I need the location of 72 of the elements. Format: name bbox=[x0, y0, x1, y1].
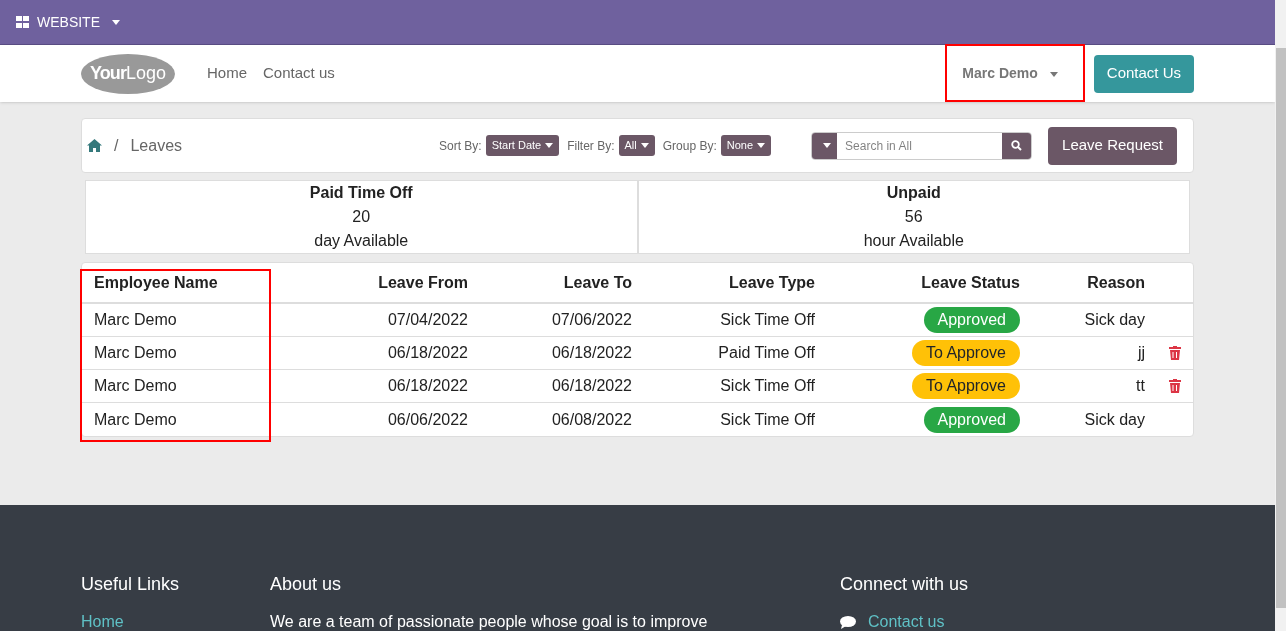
status-badge: To Approve bbox=[911, 373, 1020, 399]
caret-icon bbox=[640, 143, 649, 148]
table-cell-text: jj bbox=[1136, 343, 1145, 363]
leave-amount: 56 bbox=[904, 207, 923, 227]
search-button[interactable] bbox=[1002, 132, 1032, 159]
column-header: Leave To bbox=[562, 272, 632, 293]
trash-icon[interactable] bbox=[1169, 346, 1181, 360]
table-cell-text: tt bbox=[1135, 376, 1145, 396]
column-header: Leave From bbox=[377, 272, 468, 293]
table-cell-text: Sick Time Off bbox=[719, 310, 815, 330]
website-menu[interactable]: WEBSITE bbox=[16, 11, 120, 33]
search-input[interactable]: Search in All bbox=[837, 132, 1003, 159]
footer-heading: Useful Links bbox=[81, 573, 181, 596]
nav-link[interactable]: Contact us bbox=[263, 62, 335, 85]
table-cell-text: Marc Demo bbox=[94, 409, 178, 430]
filter-dropdown[interactable]: All bbox=[618, 135, 655, 156]
table-cell-text: Sick day bbox=[1083, 409, 1145, 430]
leave-request-button[interactable]: Leave Request bbox=[1048, 126, 1177, 165]
leave-unit: hour Available bbox=[863, 231, 964, 251]
table-cell-text: Sick day bbox=[1083, 310, 1145, 330]
table-cell-text: 06/18/2022 bbox=[550, 376, 632, 396]
table-cell-text: 07/06/2022 bbox=[550, 310, 632, 330]
nav-link[interactable]: Home bbox=[207, 62, 247, 85]
caret-icon bbox=[112, 19, 120, 25]
trash-icon[interactable] bbox=[1169, 379, 1181, 393]
status-badge: Approved bbox=[923, 307, 1020, 333]
search-icon bbox=[1011, 140, 1023, 151]
status-badge: To Approve bbox=[911, 340, 1020, 366]
filter-label: Filter By: bbox=[567, 137, 615, 155]
column-header: Employee Name bbox=[94, 272, 219, 293]
sort-dropdown[interactable]: Start Date bbox=[485, 135, 560, 156]
sort-label: Sort By: bbox=[438, 137, 482, 155]
status-badge: Approved bbox=[923, 406, 1020, 433]
footer-link[interactable]: Home bbox=[81, 610, 270, 631]
table-cell-text: Sick Time Off bbox=[719, 409, 815, 430]
table-cell-text: Marc Demo bbox=[94, 310, 178, 330]
contact-us-button[interactable]: Contact Us bbox=[1093, 54, 1194, 93]
table-cell-text: 06/06/2022 bbox=[386, 409, 468, 430]
breadcrumb-separator: / bbox=[114, 135, 119, 156]
table-cell-text: 06/18/2022 bbox=[550, 343, 632, 363]
table-cell-text: Marc Demo bbox=[94, 376, 178, 396]
table-cell-text: 06/08/2022 bbox=[550, 409, 632, 430]
search-filter-toggle[interactable] bbox=[812, 132, 838, 159]
caret-icon bbox=[822, 143, 831, 148]
search-field[interactable]: Search in All bbox=[811, 131, 1033, 160]
home-icon[interactable] bbox=[87, 139, 102, 152]
column-header: Leave Status bbox=[920, 272, 1020, 293]
grid-icon bbox=[16, 16, 29, 28]
table-cell-text: Sick Time Off bbox=[719, 376, 815, 396]
footer-text: We are a team of passionate people whose goal is to improve bbox=[270, 612, 709, 631]
column-header: Leave Type bbox=[728, 272, 815, 293]
table-cell-text: 06/18/2022 bbox=[386, 376, 468, 396]
user-menu[interactable]: Marc Demo bbox=[962, 63, 1058, 84]
leave-amount: 20 bbox=[352, 207, 371, 227]
caret-icon bbox=[1049, 71, 1058, 77]
chat-icon bbox=[840, 615, 856, 629]
footer-link[interactable]: Contact us bbox=[868, 610, 945, 631]
breadcrumb-current: Leaves bbox=[130, 135, 183, 156]
caret-icon bbox=[757, 143, 766, 148]
table-cell-text: 07/04/2022 bbox=[386, 310, 468, 330]
leave-unit: day Available bbox=[314, 231, 409, 251]
caret-icon bbox=[545, 143, 554, 148]
group-by-dropdown[interactable]: None bbox=[720, 135, 772, 156]
leave-type-title: Unpaid bbox=[886, 183, 941, 203]
group-by-label: Group By: bbox=[662, 137, 717, 155]
footer-heading: About us bbox=[270, 573, 343, 596]
leave-type-title: Paid Time Off bbox=[309, 183, 413, 203]
footer-heading: Connect with us bbox=[840, 573, 969, 596]
table-cell-text: Marc Demo bbox=[94, 343, 178, 363]
column-header: Reason bbox=[1086, 272, 1145, 293]
table-cell-text: Paid Time Off bbox=[717, 343, 815, 363]
table-cell-text: 06/18/2022 bbox=[386, 343, 468, 363]
